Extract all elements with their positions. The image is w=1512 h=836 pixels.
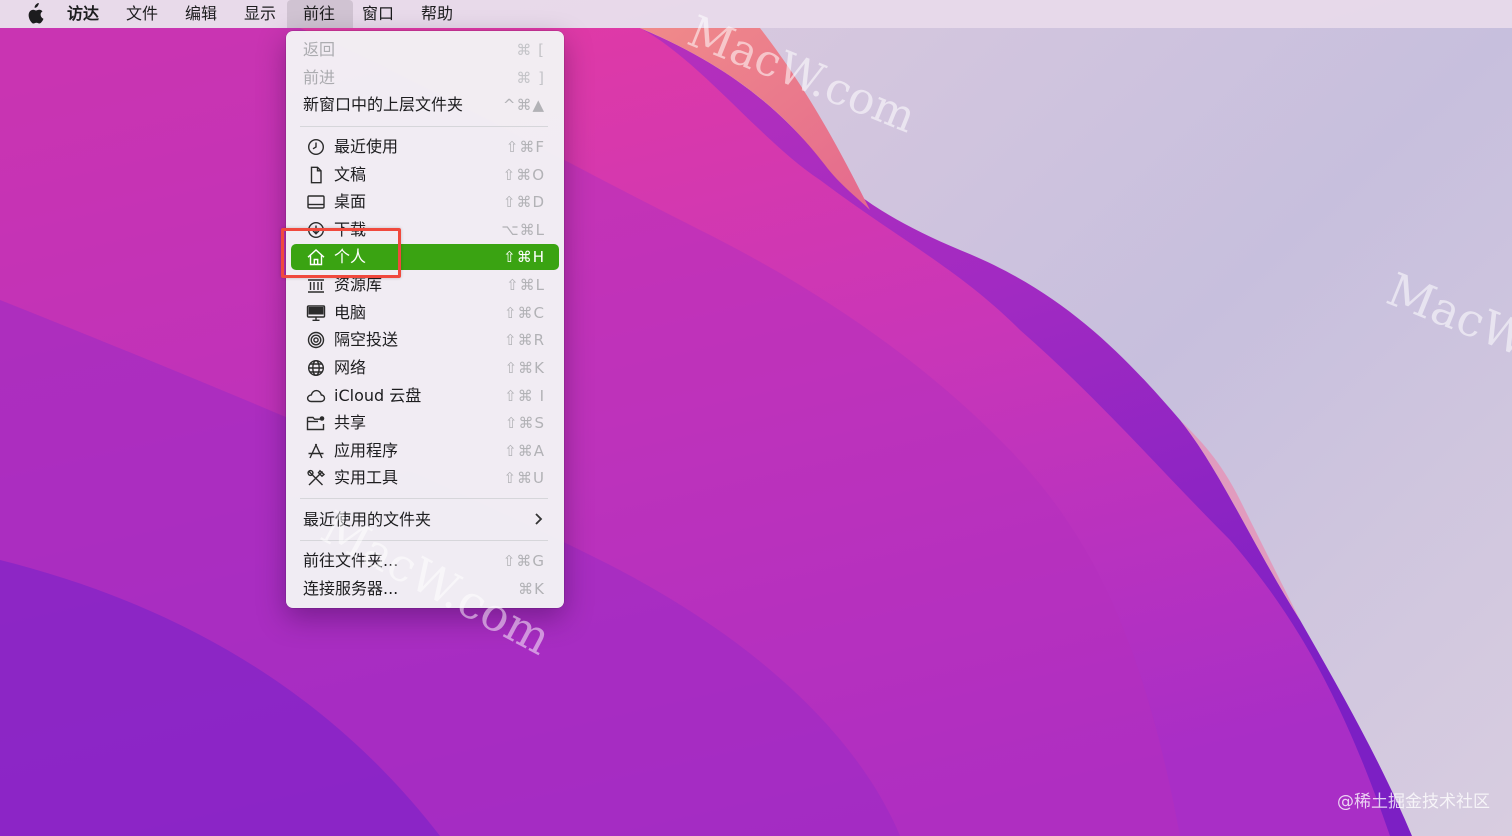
clock-icon: [307, 138, 325, 156]
annotation-highlight-box: [281, 228, 401, 278]
menu-item-forward[interactable]: 前进 ⌘ ]: [291, 65, 559, 91]
menu-item-label: 前进: [303, 68, 336, 87]
desktop-wallpaper: [0, 0, 1512, 836]
menu-item-label: iCloud 云盘: [334, 386, 422, 405]
menu-item-shortcut: ⇧⌘ I: [504, 387, 545, 405]
menu-item-shortcut: ⇧⌘A: [504, 442, 545, 460]
menu-item-shared[interactable]: 共享 ⇧⌘S: [291, 410, 559, 436]
document-icon: [310, 166, 322, 184]
menu-item-network[interactable]: 网络 ⇧⌘K: [291, 355, 559, 381]
menu-item-icloud-drive[interactable]: iCloud 云盘 ⇧⌘ I: [291, 383, 559, 409]
menu-finder[interactable]: 访达: [56, 0, 110, 28]
menu-separator: [300, 126, 548, 127]
source-credit: @稀土掘金技术社区: [1337, 792, 1490, 812]
menu-item-shortcut: ⇧⌘G: [502, 552, 545, 570]
desktop-icon: [307, 195, 325, 209]
menu-item-label: 应用程序: [334, 441, 399, 460]
cloud-icon: [306, 389, 326, 403]
menu-item-shortcut: ^⌘▲: [502, 96, 545, 114]
menu-item-label: 新窗口中的上层文件夹: [303, 95, 464, 114]
menu-edit[interactable]: 编辑: [174, 0, 228, 28]
menu-bar: 访达 文件 编辑 显示 前往 窗口 帮助: [0, 0, 1512, 28]
go-menu-dropdown: 返回 ⌘ [ 前进 ⌘ ] 新窗口中的上层文件夹 ^⌘▲ 最近使用 ⇧⌘F 文稿…: [286, 31, 564, 608]
menu-item-label: 实用工具: [334, 468, 399, 487]
menu-item-label: 隔空投送: [334, 330, 399, 349]
menu-item-shortcut: ⌥⌘L: [501, 221, 545, 239]
menu-help[interactable]: 帮助: [410, 0, 464, 28]
menu-item-shortcut: ⇧⌘H: [503, 248, 545, 266]
menu-item-shortcut: ⇧⌘O: [502, 166, 545, 184]
menu-item-label: 电脑: [334, 303, 367, 322]
menu-item-shortcut: ⇧⌘F: [505, 138, 545, 156]
menu-item-shortcut: ⇧⌘S: [504, 414, 545, 432]
menu-item-label: 前往文件夹...: [303, 551, 399, 570]
menu-item-shortcut: ⇧⌘D: [502, 193, 545, 211]
menu-item-shortcut: ⌘ ]: [516, 69, 545, 87]
menu-separator: [300, 540, 548, 541]
menu-item-airdrop[interactable]: 隔空投送 ⇧⌘R: [291, 327, 559, 353]
menu-item-label: 最近使用: [334, 137, 399, 156]
menu-item-label: 共享: [334, 413, 367, 432]
menu-item-back[interactable]: 返回 ⌘ [: [291, 37, 559, 63]
menu-window[interactable]: 窗口: [351, 0, 405, 28]
menu-item-shortcut: ⌘ [: [516, 41, 545, 59]
network-icon: [307, 359, 325, 377]
menu-item-shortcut: ⇧⌘R: [504, 331, 545, 349]
menu-item-recent-folders[interactable]: 最近使用的文件夹: [291, 507, 559, 533]
menu-item-label: 返回: [303, 40, 336, 59]
menu-item-recents[interactable]: 最近使用 ⇧⌘F: [291, 134, 559, 160]
menu-item-enclosing-folder-new-window[interactable]: 新窗口中的上层文件夹 ^⌘▲: [291, 92, 559, 118]
shared-folder-icon: [306, 416, 325, 431]
menu-item-computer[interactable]: 电脑 ⇧⌘C: [291, 300, 559, 326]
menu-item-label: 最近使用的文件夹: [303, 510, 432, 529]
airdrop-icon: [307, 331, 325, 349]
menu-item-documents[interactable]: 文稿 ⇧⌘O: [291, 162, 559, 188]
apple-logo-icon[interactable]: [24, 3, 44, 25]
menu-item-label: 网络: [334, 358, 367, 377]
menu-item-connect-to-server[interactable]: 连接服务器... ⌘K: [291, 576, 559, 602]
menu-go[interactable]: 前往: [287, 0, 353, 28]
computer-icon: [306, 305, 326, 321]
menu-item-utilities[interactable]: 实用工具 ⇧⌘U: [291, 465, 559, 491]
utilities-icon: [307, 469, 326, 486]
menu-separator: [300, 498, 548, 499]
menu-item-label: 桌面: [334, 192, 367, 211]
menu-item-label: 资源库: [334, 275, 383, 294]
menu-item-shortcut: ⇧⌘L: [506, 276, 545, 294]
chevron-right-icon: [535, 513, 543, 525]
applications-icon: [308, 443, 324, 459]
menu-view[interactable]: 显示: [233, 0, 287, 28]
menu-item-go-to-folder[interactable]: 前往文件夹... ⇧⌘G: [291, 548, 559, 574]
menu-item-shortcut: ⇧⌘C: [503, 304, 545, 322]
menu-file[interactable]: 文件: [115, 0, 169, 28]
library-icon: [308, 279, 324, 293]
menu-item-applications[interactable]: 应用程序 ⇧⌘A: [291, 438, 559, 464]
menu-item-label: 连接服务器...: [303, 579, 399, 598]
menu-item-shortcut: ⇧⌘K: [504, 359, 545, 377]
menu-item-label: 文稿: [334, 165, 367, 184]
menu-item-desktop[interactable]: 桌面 ⇧⌘D: [291, 189, 559, 215]
menu-item-shortcut: ⇧⌘U: [503, 469, 545, 487]
menu-item-shortcut: ⌘K: [518, 580, 545, 598]
